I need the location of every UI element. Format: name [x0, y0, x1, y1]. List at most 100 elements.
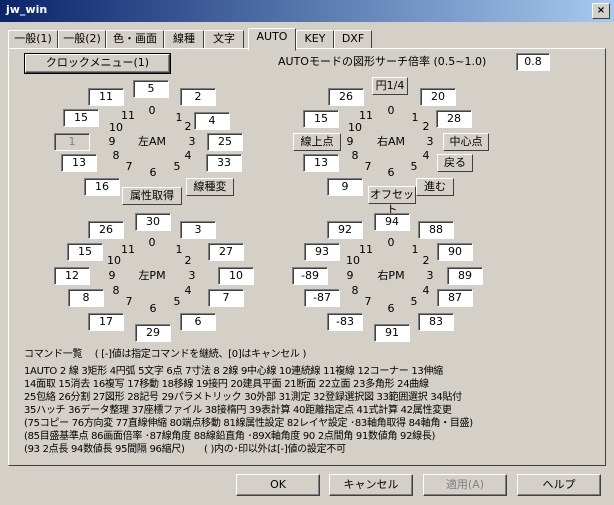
command-list-heading: コマンド一覧 ( [-]値は指定コマンドを継続、[0]はキャンセル ) — [24, 349, 307, 360]
right-pm-7[interactable]: -83 — [327, 313, 363, 331]
tab-linetype[interactable]: 線種 — [164, 30, 204, 49]
right-pm-6[interactable]: 91 — [374, 324, 410, 342]
right-pm-2[interactable]: 90 — [437, 243, 473, 261]
dial-3: 3 — [188, 269, 196, 282]
dial-5: 5 — [410, 160, 418, 173]
search-ratio-label: AUTOモードの図形サーチ倍率 (0.5~1.0) — [278, 55, 487, 68]
tab-auto[interactable]: AUTO — [248, 28, 296, 51]
title-bar: jw_win × — [0, 0, 614, 22]
right-am-offset[interactable]: オフセット — [368, 186, 416, 216]
dial-8: 8 — [112, 149, 120, 162]
search-ratio-input[interactable]: 0.8 — [516, 53, 550, 71]
left-am-center: 左AM — [137, 135, 166, 148]
dial-2: 2 — [184, 120, 192, 133]
right-pm-0[interactable]: 94 — [374, 213, 410, 231]
right-am-forward[interactable]: 進む — [416, 178, 454, 196]
dial-6: 6 — [387, 166, 395, 179]
left-am-linetype-change[interactable]: 線種変 — [186, 178, 234, 196]
left-pm-4[interactable]: 7 — [208, 289, 244, 307]
dial-0: 0 — [148, 104, 156, 117]
dial-2: 2 — [422, 120, 430, 133]
close-button[interactable]: × — [592, 3, 610, 19]
dial-8: 8 — [351, 149, 359, 162]
left-pm-0[interactable]: 30 — [135, 213, 171, 231]
left-pm-10[interactable]: 15 — [67, 243, 103, 261]
left-pm-3[interactable]: 10 — [218, 267, 254, 285]
left-pm-11[interactable]: 26 — [88, 221, 124, 239]
left-pm-9[interactable]: 12 — [54, 267, 90, 285]
right-am-7[interactable]: 9 — [327, 178, 363, 196]
right-pm-1[interactable]: 88 — [418, 221, 454, 239]
right-pm-10[interactable]: 93 — [304, 243, 340, 261]
right-pm-11[interactable]: 92 — [327, 221, 363, 239]
dial-8: 8 — [351, 284, 359, 297]
dial-3: 3 — [426, 135, 434, 148]
dial-0: 0 — [148, 236, 156, 249]
dial-6: 6 — [149, 302, 157, 315]
right-am-11[interactable]: 26 — [328, 88, 364, 106]
window-title: jw_win — [6, 3, 48, 16]
left-am-4[interactable]: 33 — [206, 154, 242, 172]
right-pm-center: 右PM — [377, 269, 405, 282]
dial-3: 3 — [188, 135, 196, 148]
tab-general2[interactable]: 一般(2) — [58, 30, 106, 49]
left-am-0[interactable]: 5 — [133, 80, 169, 98]
left-am-1[interactable]: 2 — [180, 88, 216, 106]
left-pm-2[interactable]: 27 — [208, 243, 244, 261]
tab-color-screen[interactable]: 色・画面 — [106, 30, 164, 49]
left-am-7[interactable]: 16 — [84, 178, 120, 196]
tab-general1[interactable]: 一般(1) — [8, 30, 58, 49]
dial-0: 0 — [387, 236, 395, 249]
left-pm-1[interactable]: 3 — [180, 221, 216, 239]
right-pm-5[interactable]: 83 — [418, 313, 454, 331]
cancel-button[interactable]: キャンセル — [329, 474, 413, 496]
dial-5: 5 — [173, 295, 181, 308]
command-line: (85目盛基準点 86画面倍率 ･87線角度 88線鉛直角 ･89X軸角度 90… — [24, 431, 436, 442]
help-button[interactable]: ヘルプ — [517, 474, 601, 496]
left-am-9[interactable]: 1 — [54, 133, 90, 151]
right-am-top[interactable]: 円1/4 — [372, 77, 408, 95]
right-pm-4[interactable]: 87 — [437, 289, 473, 307]
dial-2: 2 — [422, 254, 430, 267]
left-am-2[interactable]: 4 — [194, 112, 230, 130]
command-line: 35ハッチ 36データ整理 37座標ファイル 38接楕円 39表計算 40距離指… — [24, 405, 452, 416]
left-am-11[interactable]: 11 — [88, 88, 124, 106]
dial-9: 9 — [108, 269, 116, 282]
right-am-10[interactable]: 15 — [303, 110, 339, 128]
dial-10: 10 — [348, 121, 362, 134]
right-am-8[interactable]: 13 — [303, 154, 339, 172]
right-pm-3[interactable]: 89 — [447, 267, 483, 285]
left-am-10[interactable]: 15 — [63, 109, 99, 127]
tab-text[interactable]: 文字 — [204, 30, 244, 49]
clock-menu-button[interactable]: クロックメニュー(1) — [24, 53, 171, 74]
right-am-center-point[interactable]: 中心点 — [443, 133, 489, 151]
right-pm-9[interactable]: -89 — [292, 267, 328, 285]
right-pm-8[interactable]: -87 — [304, 289, 340, 307]
left-am-attr-get[interactable]: 属性取得 — [122, 187, 182, 205]
left-pm-8[interactable]: 8 — [68, 289, 104, 307]
dial-9: 9 — [108, 135, 116, 148]
dial-6: 6 — [387, 302, 395, 315]
dial-9: 9 — [346, 135, 354, 148]
dial-6: 6 — [149, 166, 157, 179]
right-am-1[interactable]: 20 — [420, 88, 456, 106]
left-pm-7[interactable]: 17 — [88, 313, 124, 331]
left-pm-6[interactable]: 29 — [135, 324, 171, 342]
left-am-8[interactable]: 13 — [61, 154, 97, 172]
right-am-back[interactable]: 戻る — [437, 154, 473, 172]
right-am-online-point[interactable]: 線上点 — [293, 133, 341, 151]
dial-2: 2 — [184, 254, 192, 267]
command-line: (93 2点長 94数値長 95間隔 96縮尺) ( )内の･印以外は[-]値の… — [24, 444, 346, 455]
tab-key[interactable]: KEY — [296, 30, 334, 49]
right-am-2[interactable]: 28 — [436, 110, 472, 128]
dial-10: 10 — [109, 121, 123, 134]
dial-3: 3 — [426, 269, 434, 282]
left-am-3[interactable]: 25 — [207, 133, 243, 151]
left-pm-5[interactable]: 6 — [180, 313, 216, 331]
ok-button[interactable]: OK — [236, 474, 320, 496]
dial-8: 8 — [112, 284, 120, 297]
apply-button[interactable]: 適用(A) — [423, 474, 507, 496]
left-pm-center: 左PM — [138, 269, 166, 282]
dial-9: 9 — [346, 269, 354, 282]
tab-dxf[interactable]: DXF — [334, 30, 372, 49]
